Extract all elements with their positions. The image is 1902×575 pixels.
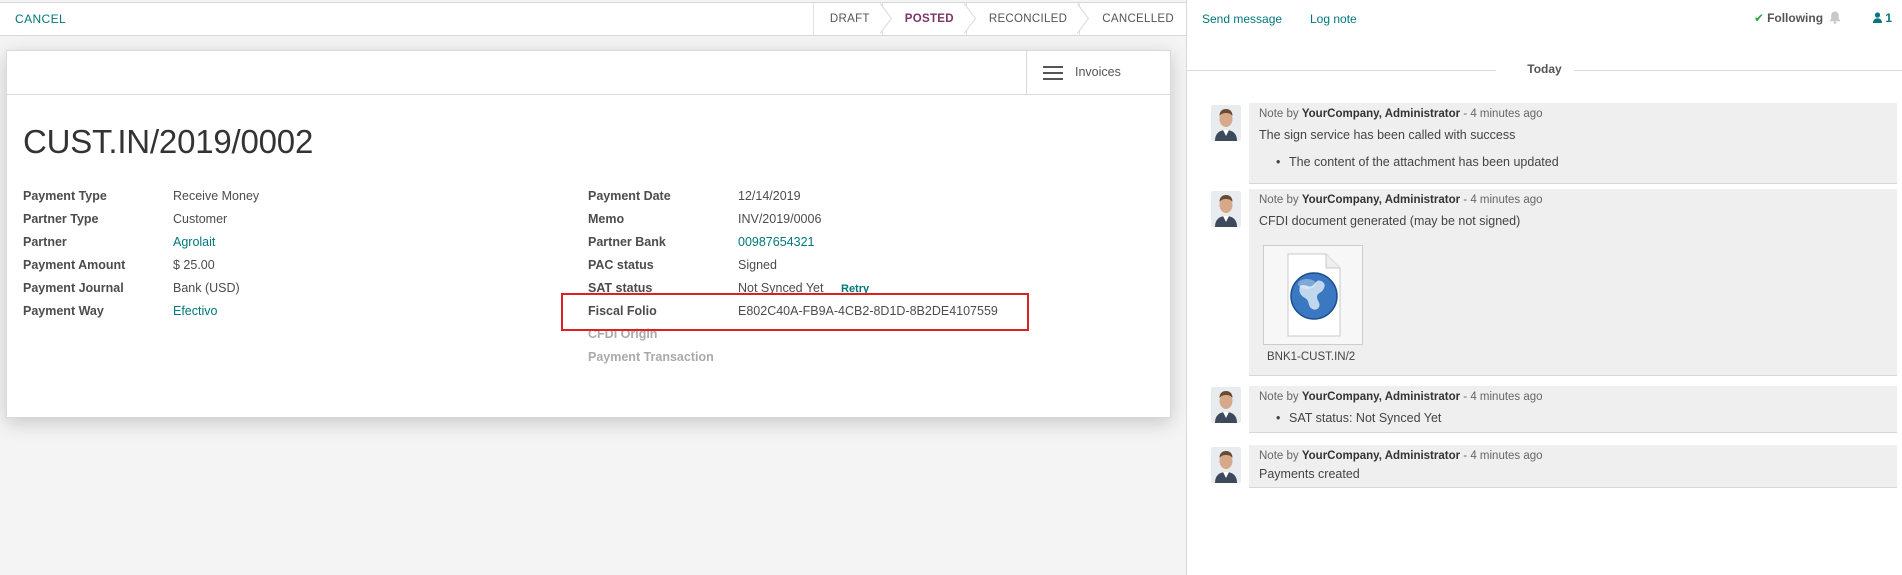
chatter-message: Note by YourCompany, Administrator - 4 m…	[1249, 445, 1897, 488]
avatar[interactable]	[1211, 191, 1241, 227]
page-title: CUST.IN/2019/0002	[23, 123, 314, 160]
chatter-message: Note by YourCompany, Administrator - 4 m…	[1249, 386, 1897, 433]
form-sheet: Invoices CUST.IN/2019/0002 Payment Type …	[6, 50, 1171, 418]
user-icon	[1873, 11, 1885, 25]
message-header: Note by YourCompany, Administrator - 4 m…	[1259, 194, 1543, 206]
message-author[interactable]: YourCompany, Administrator	[1302, 194, 1460, 206]
log-note-button[interactable]: Log note	[1310, 12, 1357, 26]
stage-cancelled[interactable]: CANCELLED	[1079, 3, 1186, 35]
following-button[interactable]: ✔ Following	[1754, 11, 1823, 25]
avatar[interactable]	[1211, 387, 1241, 423]
status-bar: CANCEL DRAFT POSTED RECONCILED CANCELLED	[0, 2, 1186, 36]
message-author[interactable]: YourCompany, Administrator	[1302, 108, 1460, 120]
partner-link[interactable]: Agrolait	[173, 235, 215, 249]
message-bullet: The content of the attachment has been u…	[1276, 155, 1559, 169]
avatar[interactable]	[1211, 447, 1241, 483]
message-body: The sign service has been called with su…	[1259, 128, 1516, 142]
chatter-panel: Send message Log note ✔ Following 1 Today…	[1187, 0, 1902, 575]
message-header: Note by YourCompany, Administrator - 4 m…	[1259, 450, 1543, 462]
message-body: CFDI document generated (may be not sign…	[1259, 214, 1521, 228]
day-separator: Today	[1187, 62, 1902, 76]
stage-posted[interactable]: POSTED	[881, 3, 976, 35]
message-header: Note by YourCompany, Administrator - 4 m…	[1259, 108, 1543, 120]
avatar[interactable]	[1211, 105, 1241, 141]
followers-button[interactable]: 1	[1873, 11, 1892, 25]
stage-reconciled[interactable]: RECONCILED	[965, 3, 1090, 35]
form-view: CANCEL DRAFT POSTED RECONCILED CANCELLED…	[0, 0, 1186, 575]
send-message-button[interactable]: Send message	[1202, 12, 1282, 26]
annotation-highlight-box	[561, 293, 1029, 331]
chatter-message: Note by YourCompany, Administrator - 4 m…	[1249, 103, 1897, 184]
invoices-label: Invoices	[1075, 65, 1121, 79]
cancel-button[interactable]: CANCEL	[15, 12, 66, 26]
message-bullet: SAT status: Not Synced Yet	[1276, 411, 1441, 425]
message-header: Note by YourCompany, Administrator - 4 m…	[1259, 391, 1543, 403]
invoices-button[interactable]: Invoices	[1026, 51, 1170, 94]
check-icon: ✔	[1754, 11, 1765, 25]
payment-way-link[interactable]: Efectivo	[173, 304, 217, 318]
attachment-thumbnail[interactable]	[1263, 245, 1363, 345]
chatter-message: Note by YourCompany, Administrator - 4 m…	[1249, 189, 1897, 376]
hamburger-icon	[1043, 66, 1063, 80]
partner-bank-link[interactable]: 00987654321	[738, 235, 814, 249]
stage-pipeline: DRAFT POSTED RECONCILED CANCELLED	[812, 3, 1186, 35]
button-box: Invoices	[7, 51, 1170, 95]
stage-draft[interactable]: DRAFT	[812, 3, 892, 35]
globe-icon	[1287, 253, 1341, 337]
message-body: Payments created	[1259, 467, 1360, 481]
attachment-name[interactable]: BNK1-CUST.IN/2	[1267, 351, 1355, 363]
chatter-topbar: Send message Log note ✔ Following 1	[1187, 0, 1902, 36]
message-author[interactable]: YourCompany, Administrator	[1302, 450, 1460, 462]
bell-icon[interactable]	[1829, 11, 1841, 27]
message-author[interactable]: YourCompany, Administrator	[1302, 391, 1460, 403]
